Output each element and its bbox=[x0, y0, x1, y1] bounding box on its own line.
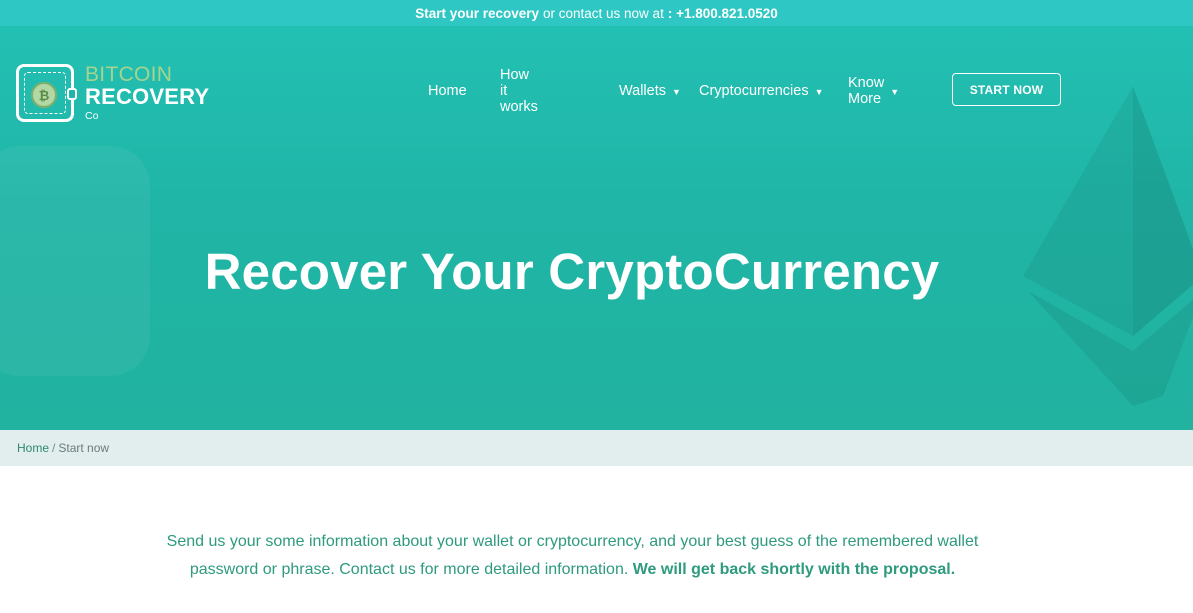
intro-emphasis: We will get back shortly with the propos… bbox=[632, 561, 956, 578]
nav-item-label: Home bbox=[428, 83, 467, 99]
nav-item-label: Wallets bbox=[619, 83, 666, 99]
nav-item-label: How it works bbox=[500, 67, 538, 115]
bitcoin-icon: ₿ bbox=[31, 82, 57, 108]
nav-item-label: Cryptocurrencies bbox=[699, 83, 809, 99]
logo-text-recovery: RECOVERY bbox=[85, 84, 210, 109]
breadcrumb-current: Start now bbox=[58, 441, 110, 455]
hero-section: ₿ BITCOIN RECOVERY Co Home How it works … bbox=[0, 26, 1193, 430]
intro-paragraph: Send us your some information about your… bbox=[150, 528, 995, 584]
nav-item-wallets[interactable]: Wallets ▼ bbox=[619, 73, 681, 109]
topbar-phone[interactable]: : +1.800.821.0520 bbox=[668, 6, 778, 21]
nav-item-how-it-works[interactable]: How it works bbox=[500, 67, 538, 115]
caret-down-icon: ▼ bbox=[890, 87, 900, 97]
nav-item-home[interactable]: Home bbox=[428, 73, 467, 109]
breadcrumb-separator: / bbox=[52, 441, 56, 455]
topbar-cta-text[interactable]: Start your recovery bbox=[415, 6, 539, 21]
logo-text-bitcoin: BITCOIN bbox=[85, 63, 173, 86]
site-logo[interactable]: ₿ BITCOIN RECOVERY Co bbox=[16, 64, 209, 122]
topbar-contact-text: or contact us now at bbox=[543, 5, 664, 21]
caret-down-icon: ▼ bbox=[814, 87, 824, 97]
caret-down-icon: ▼ bbox=[672, 87, 681, 97]
breadcrumb: Home / Start now bbox=[0, 430, 1193, 466]
nav-item-label: Know More bbox=[848, 75, 885, 107]
top-announcement-bar: Start your recovery or contact us now at… bbox=[0, 0, 1193, 26]
wallet-icon: ₿ bbox=[16, 64, 77, 122]
nav-item-cryptocurrencies[interactable]: Cryptocurrencies ▼ bbox=[699, 73, 824, 109]
breadcrumb-home-link[interactable]: Home bbox=[17, 441, 49, 455]
logo-text-co: Co bbox=[85, 110, 99, 122]
hero-title: Recover Your CryptoCurrency bbox=[204, 243, 940, 300]
nav-item-know-more[interactable]: Know More ▼ bbox=[848, 73, 899, 109]
start-now-button[interactable]: START NOW bbox=[952, 73, 1061, 106]
